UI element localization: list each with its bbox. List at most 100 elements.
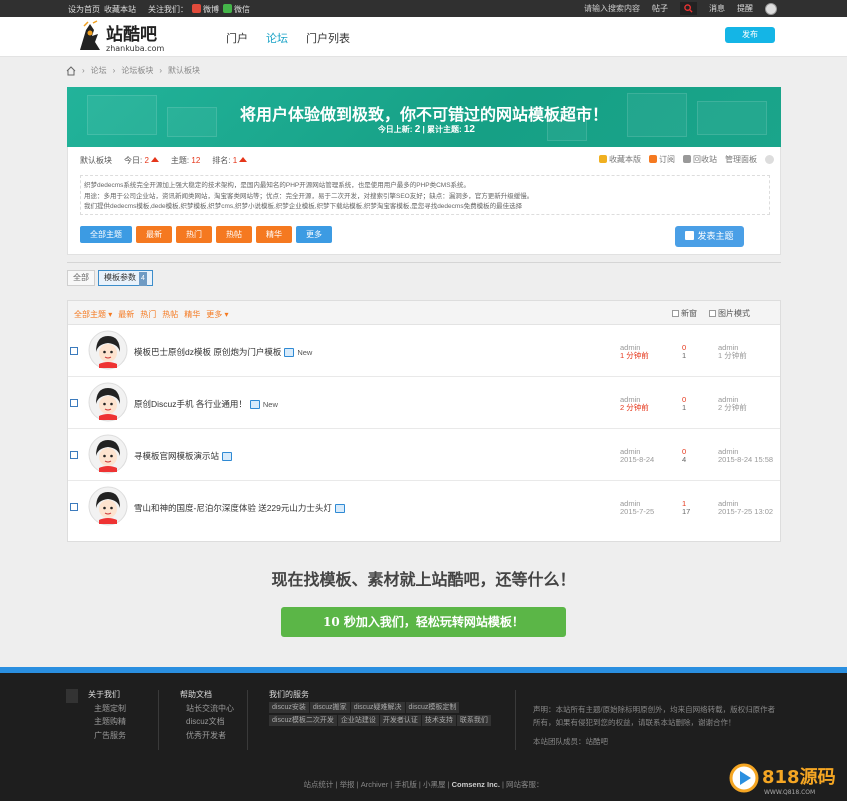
subscribe-link[interactable]: 订阅 — [649, 154, 675, 165]
list-filter-digest[interactable]: 精华 — [184, 309, 200, 320]
tab-label: 模板参数 — [104, 273, 136, 282]
last-post-time: 1 分钟前 — [718, 351, 747, 360]
thread-title[interactable]: 雪山和神的国度-尼泊尔深度体验 送229元山力士头灯 — [134, 502, 345, 514]
service-tag[interactable]: 技术支持 — [421, 714, 456, 726]
image-mode-checkbox[interactable]: 图片模式 — [709, 308, 750, 319]
cta-headline: 现在找模板、素材就上站酷吧，还等什么！ — [271, 570, 576, 589]
wechat-link[interactable]: 微信 — [223, 4, 250, 15]
set-home-link[interactable]: 设为首页 — [68, 4, 100, 15]
tab-template-params[interactable]: 模板参数 4 — [98, 270, 153, 286]
new-window-checkbox[interactable]: 新窗 — [672, 308, 697, 319]
messages-link[interactable]: 消息 — [709, 3, 725, 14]
footer-heading: 关于我们 — [88, 690, 120, 699]
nav-forum[interactable]: 论坛 — [266, 30, 288, 46]
thread-last-post: admin 2 分钟前 — [718, 396, 747, 412]
search-input[interactable]: 请输入搜索内容 — [584, 3, 640, 14]
filter-latest-button[interactable]: 最新 — [136, 226, 172, 243]
view-count: 1 — [682, 351, 687, 360]
user-avatar[interactable] — [765, 2, 777, 15]
watermark-logo: 818源码 WWW.Q818.COM — [729, 763, 836, 796]
table-row[interactable]: 模板巴士原创dz模板 原创炮为门户模板 New admin 1 分钟前 01 adm… — [68, 325, 780, 377]
search-icon — [684, 4, 693, 13]
footer-link[interactable]: 广告服务 — [94, 731, 126, 740]
thread-title[interactable]: 原创Discuz手机 各行业通用！ New — [134, 398, 278, 410]
filter-hot-posts-button[interactable]: 热帖 — [216, 226, 252, 243]
footer-link[interactable]: 优秀开发者 — [186, 731, 226, 740]
reminders-link[interactable]: 提醒 — [737, 3, 753, 14]
thread-author: admin 1 分钟前 — [620, 344, 649, 360]
table-row[interactable]: 原创Discuz手机 各行业通用！ New admin 2 分钟前 01 admin… — [68, 377, 780, 429]
count-badge: 4 — [139, 272, 147, 286]
filter-digest-button[interactable]: 精华 — [256, 226, 292, 243]
nav-portal[interactable]: 门户 — [226, 30, 248, 46]
footer-link[interactable]: 主题购精 — [94, 717, 126, 726]
weibo-link[interactable]: 微博 — [192, 4, 219, 15]
row-checkbox[interactable] — [70, 347, 78, 355]
collapse-icon[interactable] — [765, 155, 774, 164]
breadcrumb-forum[interactable]: 论坛 — [91, 65, 107, 76]
breadcrumb-default-board[interactable]: 默认板块 — [168, 65, 200, 76]
search-button[interactable] — [680, 2, 697, 15]
banner-today-value: 2 — [414, 124, 421, 135]
weibo-label: 微博 — [203, 5, 219, 14]
user-avatar[interactable] — [88, 486, 128, 526]
service-tag[interactable]: discuz搬家 — [309, 701, 350, 713]
thread-title[interactable]: 寻模板官网模板演示站 — [134, 450, 233, 462]
list-filter-latest[interactable]: 最新 — [118, 309, 134, 320]
user-avatar[interactable] — [88, 382, 128, 422]
service-tag[interactable]: discuz模板定制 — [405, 701, 460, 713]
last-post-time: 2015-8-24 15:58 — [718, 455, 774, 464]
nav-portal-list[interactable]: 门户列表 — [306, 30, 350, 46]
service-tag[interactable]: 联系我们 — [456, 714, 491, 726]
filter-all-button[interactable]: 全部主题 — [80, 226, 132, 243]
footer-link[interactable]: 主题定制 — [94, 704, 126, 713]
table-row[interactable]: 寻模板官网模板演示站 admin 2015-8-24 04 admin 2015-8… — [68, 429, 780, 481]
footer: 关于我们 主题定制 主题购精 广告服务 帮助文档 站长交流中心 discuz文档 优秀开… — [0, 667, 847, 801]
home-icon[interactable] — [66, 65, 76, 76]
tab-all[interactable]: 全部 — [67, 270, 95, 286]
divider — [158, 690, 159, 750]
topics-stat: 主题: 12 — [170, 156, 201, 165]
breadcrumb-forum-board[interactable]: 论坛板块 — [121, 65, 153, 76]
user-avatar[interactable] — [88, 330, 128, 370]
service-tag[interactable]: discuz疑难解决 — [350, 701, 405, 713]
list-filter-more[interactable]: 更多 ▾ — [206, 309, 228, 320]
archiver-link[interactable]: Archiver — [361, 780, 389, 789]
list-filter-all[interactable]: 全部主题 ▾ — [74, 309, 112, 320]
favorite-board-link[interactable]: 收藏本版 — [599, 154, 641, 165]
service-tag[interactable]: 开发者认证 — [379, 714, 421, 726]
table-row[interactable]: 雪山和神的国度-尼泊尔深度体验 送229元山力士头灯 admin 2015-7-2… — [68, 481, 780, 533]
mobile-link[interactable]: 手机版 — [394, 780, 417, 789]
join-button[interactable]: 10 秒加入我们，轻松玩转网站模板！ — [281, 607, 566, 637]
filter-more-button[interactable]: 更多 — [296, 226, 332, 243]
blacklist-link[interactable]: 小黑屋 — [423, 780, 446, 789]
report-link[interactable]: 举报 — [340, 780, 355, 789]
user-avatar[interactable] — [88, 434, 128, 474]
thread-title[interactable]: 模板巴士原创dz模板 原创炮为门户模板 New — [134, 346, 312, 358]
footer-link[interactable]: 站长交流中心 — [186, 704, 234, 713]
forum-tools: 收藏本版 订阅 回收站 管理面板 — [599, 154, 774, 165]
comsenz-link[interactable]: Comsenz Inc. — [452, 780, 500, 789]
admin-panel-link[interactable]: 管理面板 — [725, 154, 757, 165]
favorite-link[interactable]: 收藏本站 — [104, 4, 136, 15]
recycle-bin-link[interactable]: 回收站 — [683, 154, 717, 165]
header-post-button[interactable]: 发布 — [725, 27, 775, 43]
row-checkbox[interactable] — [70, 451, 78, 459]
row-checkbox[interactable] — [70, 399, 78, 407]
service-tag[interactable]: 企业站建设 — [337, 714, 379, 726]
post-topic-button[interactable]: 发表主题 — [675, 226, 744, 247]
banner-total-label: | 累计主题: — [422, 125, 462, 134]
footer-link[interactable]: discuz文档 — [186, 717, 225, 726]
stats-link[interactable]: 站点统计 — [303, 780, 333, 789]
list-filter-hot-posts[interactable]: 热帖 — [162, 309, 178, 320]
site-logo[interactable]: 站酷吧 zhankuba.com — [78, 20, 176, 54]
service-tag[interactable]: discuz安装 — [269, 701, 309, 713]
row-checkbox[interactable] — [70, 503, 78, 511]
search-type-select[interactable]: 帖子 — [652, 3, 668, 14]
list-filter-hot[interactable]: 热门 — [140, 309, 156, 320]
thread-author: admin 2 分钟前 — [620, 396, 649, 412]
service-tag[interactable]: discuz模板二次开发 — [269, 714, 337, 726]
filter-hot-button[interactable]: 热门 — [176, 226, 212, 243]
top-bar-left: 设为首页 收藏本站 关注我们： 微博 微信 — [68, 4, 250, 15]
top-bar: 设为首页 收藏本站 关注我们： 微博 微信 请输入搜索内容 帖子 消息 提醒 — [0, 0, 847, 17]
